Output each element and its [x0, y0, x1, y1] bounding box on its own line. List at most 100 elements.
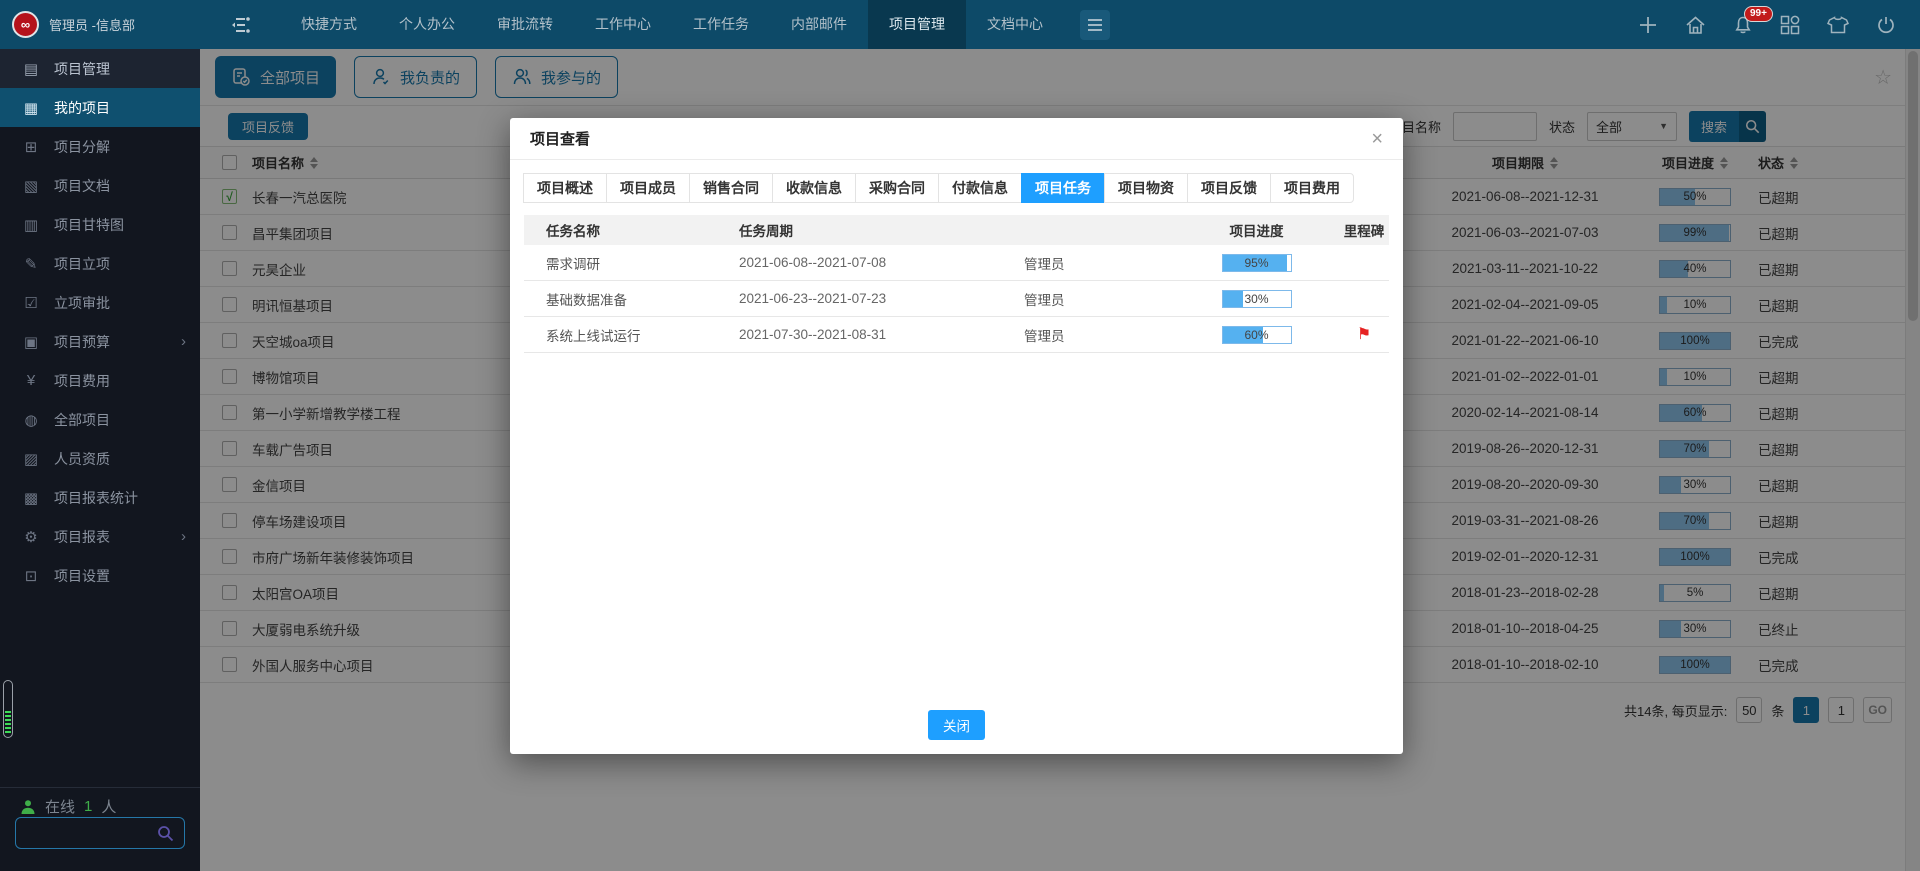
sidebar-item[interactable]: ¥ 项目费用 ›	[0, 361, 200, 400]
nav-item[interactable]: 项目管理	[868, 0, 966, 49]
modal-title: 项目查看	[530, 128, 590, 149]
sidebar-item[interactable]: ⚙ 项目报表 ›	[0, 517, 200, 556]
task-table-body: 需求调研 2021-06-08--2021-07-08 管理员 95% ⚑ 基础…	[524, 245, 1389, 353]
sidebar-item[interactable]: ▧ 项目文档 ›	[0, 166, 200, 205]
task-progress-label: 30%	[1223, 291, 1291, 307]
sidebar-item-label: 项目文档	[54, 176, 110, 196]
home-icon[interactable]	[1685, 15, 1706, 35]
task-progress-bar: 30%	[1222, 290, 1292, 308]
main-nav: 快捷方式个人办公审批流转工作中心工作任务内部邮件项目管理文档中心	[280, 0, 1064, 49]
online-count: 1	[84, 798, 92, 815]
sidebar-item-label: 项目费用	[54, 371, 110, 391]
sidebar-item-label: 项目设置	[54, 566, 110, 586]
sidebar-item[interactable]: ☑ 立项审批 ›	[0, 283, 200, 322]
sidebar-item[interactable]: ✎ 项目立项 ›	[0, 244, 200, 283]
notebook-icon: ▤	[20, 60, 42, 78]
close-icon[interactable]: ×	[1371, 129, 1383, 149]
search-icon[interactable]	[157, 825, 174, 842]
task-period-cell: 2021-06-23--2021-07-23	[739, 291, 1024, 306]
task-progress-label: 60%	[1223, 327, 1291, 343]
task-period-cell: 2021-07-30--2021-08-31	[739, 327, 1024, 342]
modal-tab[interactable]: 项目费用	[1270, 173, 1354, 203]
sidebar-item-label: 项目报表统计	[54, 488, 138, 508]
apps-grid-icon[interactable]	[1780, 15, 1800, 35]
sidebar-item[interactable]: ⊡ 项目设置 ›	[0, 556, 200, 595]
task-table: 任务名称 任务周期 项目进度 里程碑 需求调研 2021-06-08--2021…	[524, 215, 1389, 353]
nav-item[interactable]: 个人办公	[378, 0, 476, 49]
online-status: 在线1人	[20, 796, 116, 817]
power-logout-icon[interactable]	[1876, 15, 1896, 35]
scroll-indicator-stripes	[5, 711, 11, 735]
sidebar-item[interactable]: ▣ 项目预算 ›	[0, 322, 200, 361]
task-name-cell: 系统上线试运行	[524, 325, 739, 345]
sidebar-item[interactable]: ⊞ 项目分解 ›	[0, 127, 200, 166]
modal-tab[interactable]: 销售合同	[689, 173, 773, 203]
scroll-indicator[interactable]	[3, 680, 13, 738]
sidebar-item-label: 项目立项	[54, 254, 110, 274]
sidebar: ▤ 项目管理 › ▦ 我的项目 › ⊞ 项目分解 › ▧ 项目文档 › ▥ 项目…	[0, 49, 200, 871]
modal-tabs: 项目概述项目成员销售合同收款信息采购合同付款信息项目任务项目物资项目反馈项目费用	[524, 173, 1354, 203]
milestone-flag-icon: ⚑	[1357, 327, 1371, 343]
sidebar-item-label: 项目管理	[54, 59, 110, 79]
app-logo-icon: ∞	[12, 11, 39, 38]
sidebar-item-label: 立项审批	[54, 293, 110, 313]
gear-icon: ⚙	[20, 528, 42, 546]
sidebar-item-label: 人员资质	[54, 449, 110, 469]
modal-tab[interactable]: 采购合同	[855, 173, 939, 203]
online-search-input[interactable]	[15, 817, 185, 849]
add-icon[interactable]	[1638, 15, 1658, 35]
modal-tab[interactable]: 项目任务	[1021, 173, 1105, 203]
sidebar-item[interactable]: ▦ 我的项目 ›	[0, 88, 200, 127]
sidebar-item[interactable]: ◍ 全部项目 ›	[0, 400, 200, 439]
notifications-bell-icon[interactable]: 99+	[1733, 15, 1753, 35]
task-owner-cell: 管理员	[1024, 289, 1174, 309]
sidebar-divider	[0, 787, 200, 788]
folder-settings-icon: ⊡	[20, 567, 42, 585]
modal-tab[interactable]: 付款信息	[938, 173, 1022, 203]
task-row: 需求调研 2021-06-08--2021-07-08 管理员 95% ⚑	[524, 245, 1389, 281]
theme-shirt-icon[interactable]	[1827, 15, 1849, 35]
sitemap-icon: ⊞	[20, 138, 42, 156]
budget-icon: ▣	[20, 333, 42, 351]
header-task-milestone: 里程碑	[1339, 220, 1389, 240]
modal-tab[interactable]: 项目概述	[523, 173, 607, 203]
sidebar-item[interactable]: ▩ 项目报表统计 ›	[0, 478, 200, 517]
topbar-icons: 99+	[1638, 15, 1920, 35]
qualification-chart-icon: ▨	[20, 450, 42, 468]
sidebar-item[interactable]: ▥ 项目甘特图 ›	[0, 205, 200, 244]
chevron-right-icon: ›	[181, 333, 186, 350]
modal-close-button[interactable]: 关闭	[928, 710, 985, 740]
modal-tab[interactable]: 收款信息	[772, 173, 856, 203]
sidebar-item[interactable]: ▤ 项目管理 ›	[0, 49, 200, 88]
sidebar-menu: ▤ 项目管理 › ▦ 我的项目 › ⊞ 项目分解 › ▧ 项目文档 › ▥ 项目…	[0, 49, 200, 595]
nav-item[interactable]: 审批流转	[476, 0, 574, 49]
nav-item[interactable]: 文档中心	[966, 0, 1064, 49]
nav-item[interactable]: 快捷方式	[280, 0, 378, 49]
online-unit: 人	[101, 796, 116, 817]
task-progress-label: 95%	[1223, 255, 1291, 271]
my-projects-icon: ▦	[20, 99, 42, 117]
task-row: 系统上线试运行 2021-07-30--2021-08-31 管理员 60% ⚑	[524, 317, 1389, 353]
nav-more-button[interactable]	[1080, 10, 1110, 40]
sidebar-collapse-icon[interactable]	[230, 16, 252, 34]
globe-icon: ◍	[20, 411, 42, 429]
sidebar-item[interactable]: ▨ 人员资质 ›	[0, 439, 200, 478]
nav-item[interactable]: 工作任务	[672, 0, 770, 49]
modal-tab[interactable]: 项目物资	[1104, 173, 1188, 203]
report-stats-icon: ▩	[20, 489, 42, 507]
sidebar-item-label: 项目预算	[54, 332, 110, 352]
modal-tabs-wrap: 项目概述项目成员销售合同收款信息采购合同付款信息项目任务项目物资项目反馈项目费用	[510, 160, 1403, 207]
task-owner-cell: 管理员	[1024, 325, 1174, 345]
modal-tab[interactable]: 项目成员	[606, 173, 690, 203]
modal-tab[interactable]: 项目反馈	[1187, 173, 1271, 203]
sidebar-item-label: 项目报表	[54, 527, 110, 547]
header-task-name: 任务名称	[524, 220, 739, 240]
nav-item[interactable]: 工作中心	[574, 0, 672, 49]
task-owner-cell: 管理员	[1024, 253, 1174, 273]
task-name-cell: 需求调研	[524, 253, 739, 273]
sidebar-item-label: 项目分解	[54, 137, 110, 157]
task-name-cell: 基础数据准备	[524, 289, 739, 309]
approval-check-icon: ☑	[20, 294, 42, 312]
nav-item[interactable]: 内部邮件	[770, 0, 868, 49]
user-department-label: 管理员 -信息部	[49, 15, 135, 34]
